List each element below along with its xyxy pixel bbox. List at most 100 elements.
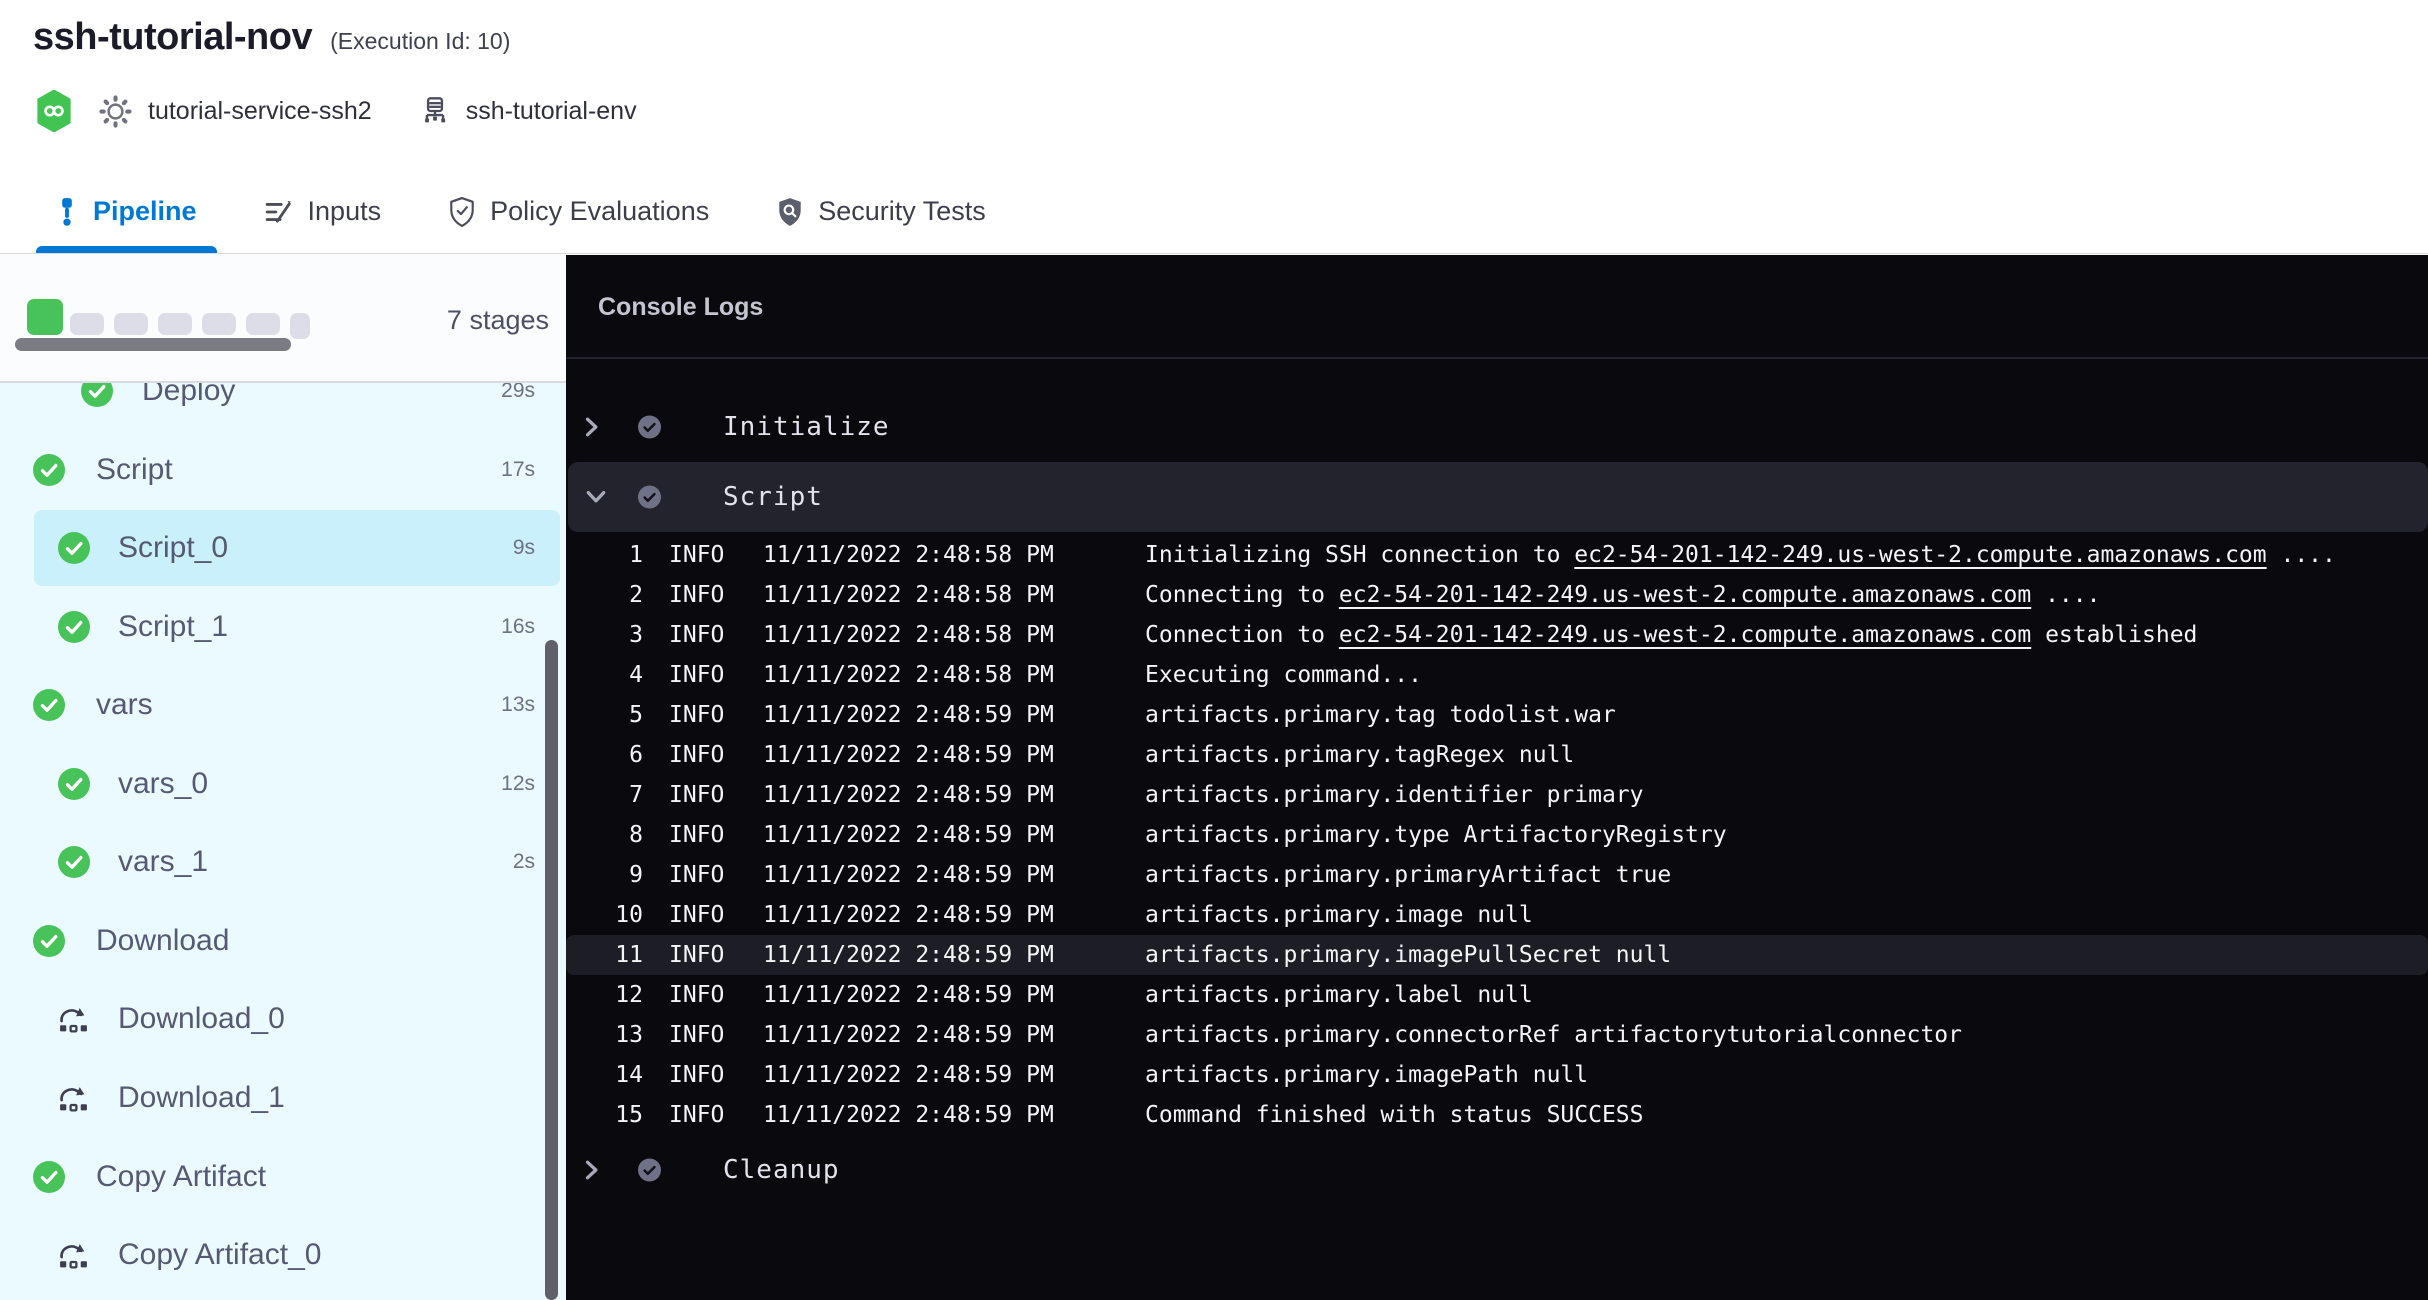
step-success-check-icon xyxy=(638,416,661,439)
log-level: INFO xyxy=(669,662,724,688)
stage-label: Download xyxy=(96,924,229,958)
tab-pipeline[interactable]: Pipeline xyxy=(36,170,217,253)
stage-success-icon xyxy=(81,383,113,407)
host-link[interactable]: ec2-54-201-142-249.us-west-2.compute.ama… xyxy=(1339,622,2031,648)
stage-label: Script_0 xyxy=(118,531,228,565)
success-check-icon xyxy=(58,768,90,800)
progress-square-pending xyxy=(246,313,280,335)
tab-security-tests[interactable]: Security Tests xyxy=(757,170,1006,253)
stage-success-icon xyxy=(33,454,65,486)
expand-toggle[interactable] xyxy=(585,416,599,438)
stage-row-script-0[interactable]: Script_09s xyxy=(0,508,566,588)
stage-duration: 17s xyxy=(501,458,535,482)
environment-link[interactable]: ssh-tutorial-env xyxy=(420,96,637,126)
log-level: INFO xyxy=(669,582,724,608)
log-line-number: 1 xyxy=(583,542,643,568)
stage-row-vars-0[interactable]: vars_012s xyxy=(0,744,566,824)
execution-header: ssh-tutorial-nov (Execution Id: 10) tuto… xyxy=(0,0,2428,171)
stage-count: 7 stages xyxy=(447,305,549,336)
log-level: INFO xyxy=(669,822,724,848)
step-success-check-icon xyxy=(638,1159,661,1182)
step-success-check-icon xyxy=(638,486,661,509)
progress-square-complete xyxy=(27,299,63,335)
host-link[interactable]: ec2-54-201-142-249.us-west-2.compute.ama… xyxy=(1339,582,2031,608)
log-message: artifacts.primary.type ArtifactoryRegist… xyxy=(1145,822,1727,848)
tab-policy-evaluations[interactable]: Policy Evaluations xyxy=(429,170,729,253)
title-row: ssh-tutorial-nov (Execution Id: 10) xyxy=(33,16,510,59)
stage-success-icon xyxy=(58,846,90,878)
step-retry-icon xyxy=(58,1004,89,1035)
log-timestamp: 11/11/2022 2:48:59 PM xyxy=(763,982,1054,1008)
step-retry-icon xyxy=(58,1004,89,1035)
stage-success-icon xyxy=(58,768,90,800)
stage-row-download-1[interactable]: Download_1 xyxy=(0,1058,566,1138)
service-link[interactable]: tutorial-service-ssh2 xyxy=(99,95,372,128)
inputs-icon xyxy=(265,198,293,226)
stage-row-script[interactable]: Script17s xyxy=(0,430,566,510)
log-timestamp: 11/11/2022 2:48:59 PM xyxy=(763,822,1054,848)
log-timestamp: 11/11/2022 2:48:58 PM xyxy=(763,662,1054,688)
success-check-icon xyxy=(58,846,90,878)
log-level: INFO xyxy=(669,1022,724,1048)
log-message: Command finished with status SUCCESS xyxy=(1145,1102,1644,1128)
collapse-toggle[interactable] xyxy=(585,490,607,504)
tab-inputs[interactable]: Inputs xyxy=(245,170,402,253)
tab-label: Security Tests xyxy=(818,196,986,227)
log-timestamp: 11/11/2022 2:48:59 PM xyxy=(763,862,1054,888)
step-retry-icon xyxy=(58,1083,89,1114)
expand-toggle[interactable] xyxy=(585,1159,599,1181)
log-timestamp: 11/11/2022 2:48:59 PM xyxy=(763,1102,1054,1128)
progress-square-pending xyxy=(290,313,310,339)
chevron-right-icon xyxy=(585,416,599,438)
log-line-number: 10 xyxy=(583,902,643,928)
log-message: Connecting to ec2-54-201-142-249.us-west… xyxy=(1145,582,2100,608)
log-level: INFO xyxy=(669,942,724,968)
log-line-5: 5INFO11/11/2022 2:48:59 PMartifacts.prim… xyxy=(566,695,2428,735)
progress-square-pending xyxy=(202,313,236,335)
log-section-cleanup[interactable]: Cleanup xyxy=(566,1146,2428,1194)
log-line-8: 8INFO11/11/2022 2:48:59 PMartifacts.prim… xyxy=(566,815,2428,855)
stage-duration: 12s xyxy=(501,772,535,796)
stage-label: vars_1 xyxy=(118,845,208,879)
section-label: Cleanup xyxy=(723,1155,840,1185)
stage-row-vars-1[interactable]: vars_12s xyxy=(0,822,566,902)
success-check-icon xyxy=(58,532,90,564)
stage-success-icon xyxy=(33,689,65,721)
log-section-initialize[interactable]: Initialize xyxy=(566,403,2428,451)
stage-row-download-0[interactable]: Download_0 xyxy=(0,979,566,1059)
pipeline-icon xyxy=(56,197,78,227)
section-status-icon xyxy=(638,416,661,439)
log-level: INFO xyxy=(669,542,724,568)
stage-list: Deploy29sScript17sScript_09sScript_116sv… xyxy=(0,383,566,1300)
log-level: INFO xyxy=(669,982,724,1008)
progress-square-pending xyxy=(70,313,104,335)
progress-square-pending xyxy=(158,313,192,335)
log-line-number: 4 xyxy=(583,662,643,688)
log-line-13: 13INFO11/11/2022 2:48:59 PMartifacts.pri… xyxy=(566,1015,2428,1055)
stage-row-copy-artifact[interactable]: Copy Artifact xyxy=(0,1137,566,1217)
stage-row-deploy[interactable]: Deploy29s xyxy=(0,383,566,431)
log-timestamp: 11/11/2022 2:48:58 PM xyxy=(763,542,1054,568)
stage-progress-scrollbar[interactable] xyxy=(15,338,291,351)
tab-label: Policy Evaluations xyxy=(490,196,709,227)
section-status-icon xyxy=(638,1159,661,1182)
execution-id: (Execution Id: 10) xyxy=(330,28,510,55)
stage-row-vars[interactable]: vars13s xyxy=(0,665,566,745)
log-line-number: 9 xyxy=(583,862,643,888)
log-line-3: 3INFO11/11/2022 2:48:58 PMConnection to … xyxy=(566,615,2428,655)
log-message: artifacts.primary.primaryArtifact true xyxy=(1145,862,1671,888)
stage-label: Download_1 xyxy=(118,1081,285,1115)
stage-row-script-1[interactable]: Script_116s xyxy=(0,587,566,667)
sidebar-scrollbar[interactable] xyxy=(545,640,558,1300)
log-level: INFO xyxy=(669,1062,724,1088)
log-timestamp: 11/11/2022 2:48:59 PM xyxy=(763,782,1054,808)
stage-row-download[interactable]: Download xyxy=(0,901,566,981)
log-line-number: 11 xyxy=(583,942,643,968)
security-shield-search-icon xyxy=(777,197,803,227)
host-link[interactable]: ec2-54-201-142-249.us-west-2.compute.ama… xyxy=(1574,542,2266,568)
log-level: INFO xyxy=(669,902,724,928)
log-message: Executing command... xyxy=(1145,662,1422,688)
log-message: Initializing SSH connection to ec2-54-20… xyxy=(1145,542,2336,568)
stage-row-copy-artifact-0[interactable]: Copy Artifact_0 xyxy=(0,1215,566,1295)
log-section-script[interactable]: Script xyxy=(566,473,2428,521)
